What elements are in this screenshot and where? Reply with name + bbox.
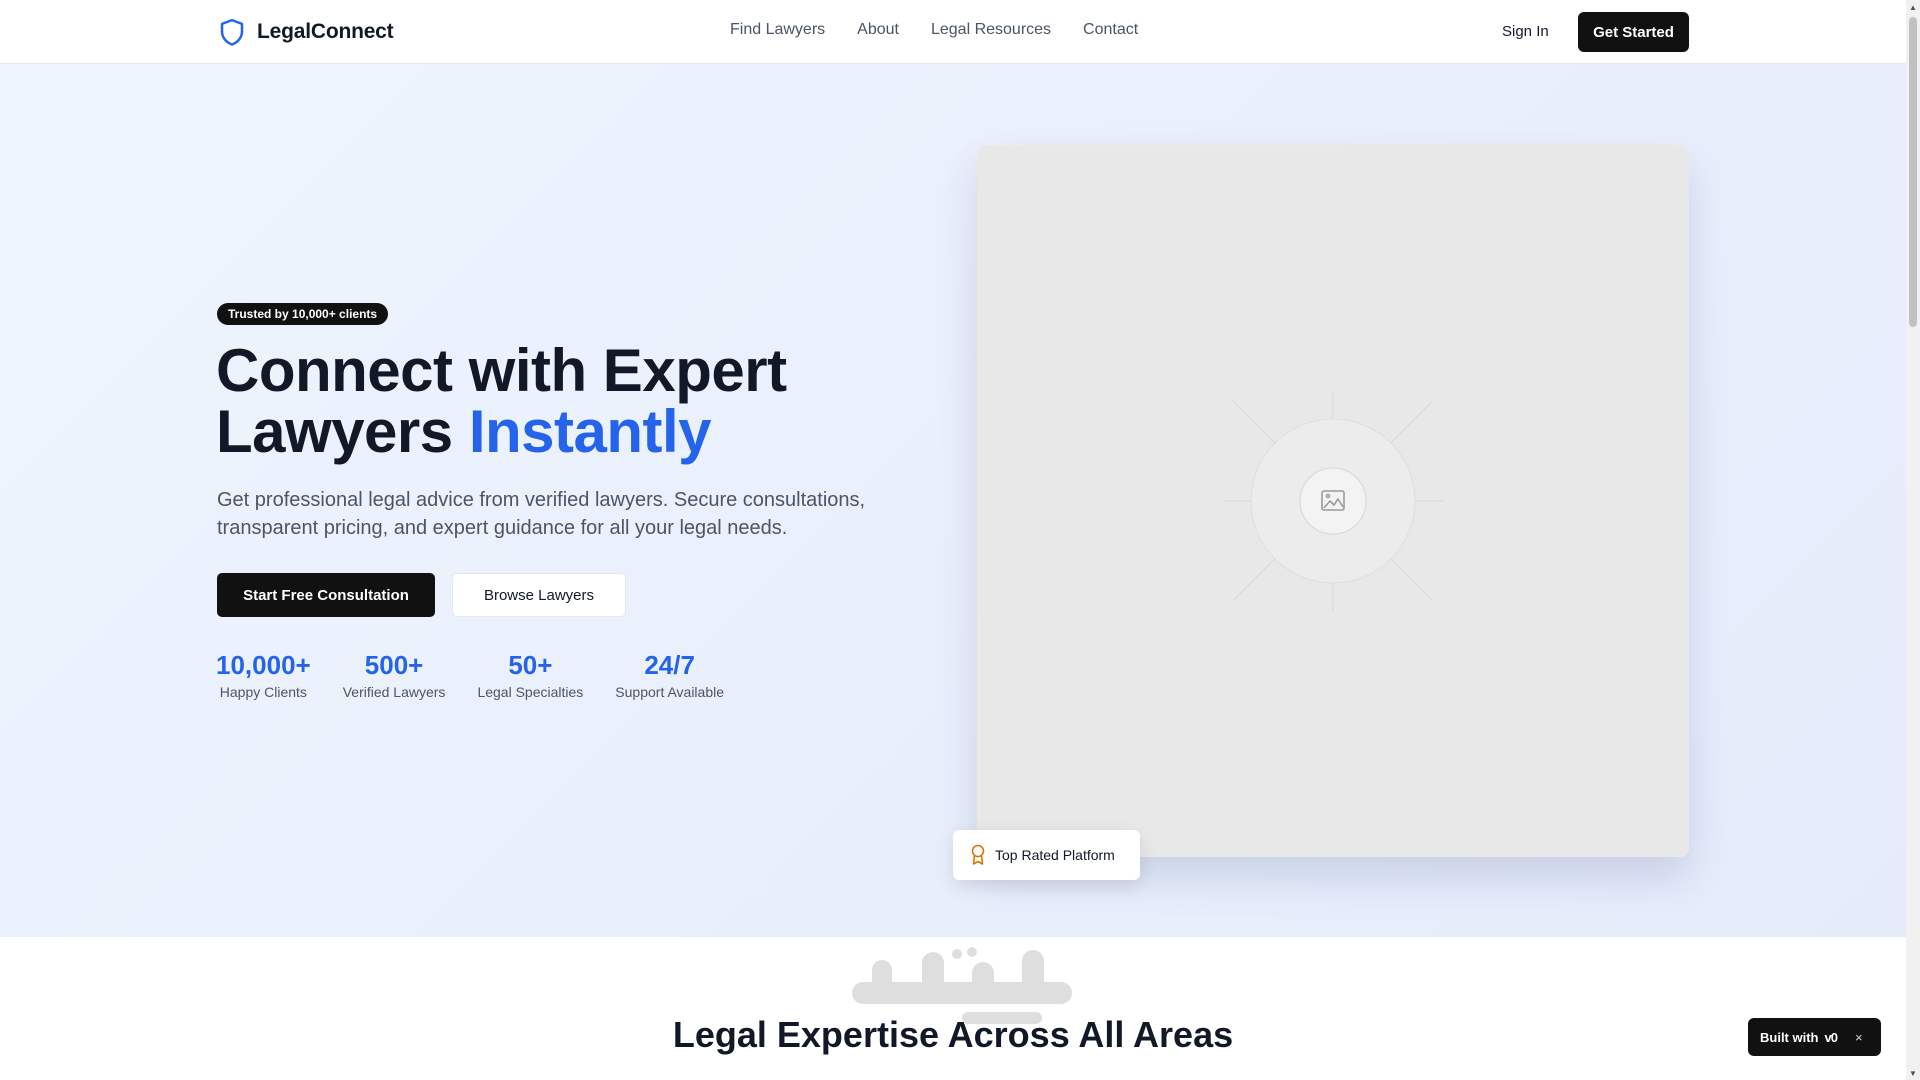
nav-find-lawyers[interactable]: Find Lawyers — [730, 21, 825, 39]
trust-badge: Trusted by 10,000+ clients — [217, 303, 389, 325]
logo-text: LegalConnect — [257, 20, 394, 43]
hero-title-line1: Connect with Expert — [216, 337, 787, 404]
get-started-button[interactable]: Get Started — [1578, 12, 1689, 52]
shield-icon — [220, 18, 244, 46]
stat-value: 500+ — [364, 650, 424, 680]
hero-title-accent: Instantly — [468, 398, 712, 465]
stat-label: Support Available — [615, 684, 725, 700]
top-rated-badge: Top Rated Platform — [953, 830, 1140, 880]
image-placeholder-icon — [1223, 391, 1443, 611]
hero-image-placeholder — [977, 145, 1689, 857]
stat-support-available: 24/7 Support Available — [615, 650, 724, 700]
scrollbar-thumb[interactable] — [1909, 17, 1917, 327]
stat-label: Happy Clients — [219, 684, 307, 700]
nav-about[interactable]: About — [857, 21, 899, 39]
award-icon — [971, 844, 985, 865]
stat-verified-lawyers: 500+ Verified Lawyers — [343, 650, 446, 700]
stat-value: 24/7 — [644, 650, 695, 680]
section-title: Legal Expertise Across All Areas — [672, 1014, 1234, 1055]
stat-value: 10,000+ — [216, 650, 311, 680]
stat-legal-specialties: 50+ Legal Specialties — [477, 650, 583, 700]
built-with-label: Built with — [1760, 1029, 1819, 1045]
logo[interactable]: LegalConnect — [217, 17, 394, 47]
hero-title: Connect with Expert Lawyers Instantly — [216, 340, 787, 462]
top-rated-text: Top Rated Platform — [995, 847, 1115, 863]
stats-row: 10,000+ Happy Clients 500+ Verified Lawy… — [216, 650, 724, 700]
stat-label: Verified Lawyers — [342, 684, 446, 700]
nav-contact[interactable]: Contact — [1083, 21, 1138, 39]
hero-title-line2: Lawyers — [216, 398, 453, 465]
stat-value: 50+ — [508, 650, 553, 680]
stat-happy-clients: 10,000+ Happy Clients — [216, 650, 311, 700]
scroll-down-arrow-icon[interactable]: ▼ — [1906, 1066, 1920, 1080]
v0-logo-icon: v0 — [1824, 1029, 1839, 1045]
main-nav: Find Lawyers About Legal Resources Conta… — [730, 21, 1138, 39]
close-icon[interactable]: × — [1855, 1030, 1863, 1045]
browse-lawyers-button[interactable]: Browse Lawyers — [452, 573, 626, 617]
built-with-badge[interactable]: Built with v0 × — [1748, 1018, 1881, 1056]
nav-legal-resources[interactable]: Legal Resources — [931, 21, 1051, 39]
hero-description: Get professional legal advice from verif… — [217, 489, 866, 539]
sign-in-link[interactable]: Sign In — [1502, 23, 1549, 40]
site-header: LegalConnect Find Lawyers About Legal Re… — [0, 0, 1906, 64]
page-scrollbar[interactable]: ▲ ▼ — [1906, 0, 1920, 1080]
start-free-consultation-button[interactable]: Start Free Consultation — [217, 573, 435, 617]
scroll-up-arrow-icon[interactable]: ▲ — [1906, 0, 1920, 14]
stat-label: Legal Specialties — [477, 684, 584, 700]
